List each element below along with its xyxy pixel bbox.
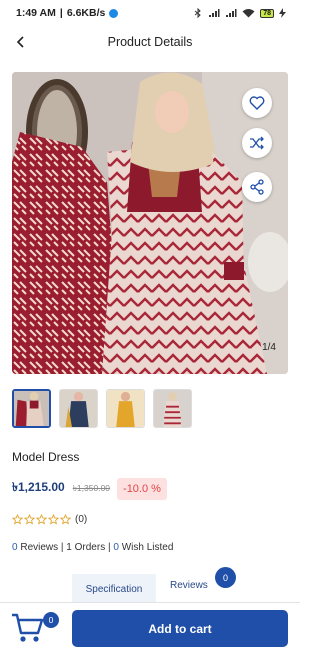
product-photo (12, 72, 288, 374)
wishlist-button[interactable] (242, 88, 272, 118)
thumbnail-4-image (154, 390, 191, 427)
thumbnail-3-image (107, 390, 144, 427)
reviews-badge: 0 (215, 567, 236, 588)
page-title: Product Details (107, 35, 193, 49)
share-icon (250, 179, 264, 195)
status-speed: 6.6KB/s (66, 7, 106, 19)
thumbnail-1-image (14, 391, 49, 426)
thumbnail-3[interactable] (106, 389, 145, 428)
tab-specification[interactable]: Specification (72, 574, 156, 604)
status-time: 1:49 AM (16, 7, 56, 19)
current-price: ৳1,215.00 (12, 480, 65, 494)
charging-icon (279, 8, 286, 18)
thumbnail-4[interactable] (153, 389, 192, 428)
orders-label: Orders | (71, 542, 114, 553)
reviews-label: Reviews | (17, 542, 67, 553)
cart-button[interactable] (10, 612, 46, 644)
battery-icon: 78 (260, 8, 274, 18)
chevron-left-icon (16, 36, 24, 48)
signal-icon (209, 9, 220, 17)
price-row: ৳1,215.00 ৳1,350.00 -10.0 % (12, 478, 167, 500)
compare-button[interactable] (242, 128, 272, 158)
cart-badge: 0 (43, 612, 59, 628)
share-button[interactable] (242, 172, 272, 202)
status-right: 78 (193, 8, 286, 18)
status-bar: 1:49 AM | 6.6KB/s 78 (0, 0, 300, 26)
rating-row: (0) (12, 514, 87, 525)
star-icon (12, 514, 23, 525)
thumbnail-strip (12, 389, 192, 428)
signal-2-icon (226, 9, 237, 17)
original-price: ৳1,350.00 (72, 483, 111, 493)
cart-icon (12, 613, 44, 642)
star-icon (24, 514, 35, 525)
stats-row: 0 Reviews | 1 Orders | 0 Wish Listed (12, 542, 173, 553)
tab-reviews[interactable]: Reviews (170, 580, 208, 591)
thumbnail-2-image (60, 390, 97, 427)
image-counter: 1/4 (262, 342, 276, 353)
discount-badge: -10.0 % (117, 478, 167, 500)
rating-count: (0) (75, 514, 88, 525)
back-button[interactable] (10, 31, 32, 53)
heart-icon (249, 96, 265, 110)
star-icon (48, 514, 59, 525)
shuffle-icon (250, 136, 264, 150)
app-header: Product Details (0, 26, 300, 58)
messenger-icon (109, 8, 119, 18)
bluetooth-icon (194, 8, 201, 18)
add-to-cart-button[interactable]: Add to cart (72, 610, 288, 647)
wifi-icon (242, 9, 255, 18)
product-image[interactable]: 1/4 (12, 72, 288, 374)
star-icon (60, 514, 71, 525)
star-icon (36, 514, 47, 525)
status-separator: | (59, 7, 63, 19)
product-name: Model Dress (12, 450, 80, 464)
status-left: 1:49 AM | 6.6KB/s (16, 7, 119, 19)
bottom-bar: 0 Add to cart (0, 602, 300, 650)
thumbnail-1[interactable] (12, 389, 51, 428)
wishlist-label: Wish Listed (118, 542, 174, 553)
thumbnail-2[interactable] (59, 389, 98, 428)
